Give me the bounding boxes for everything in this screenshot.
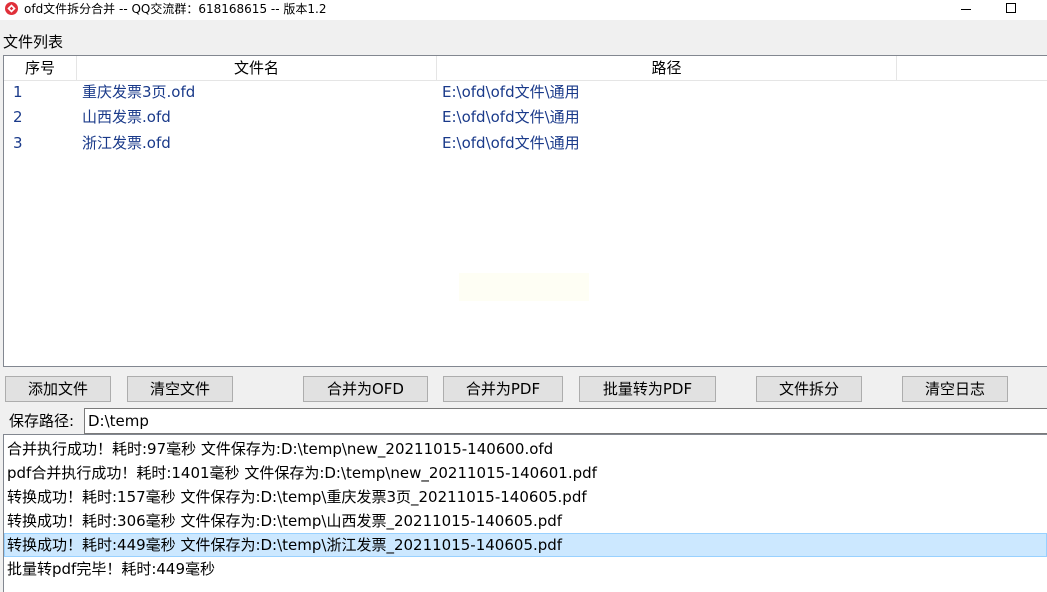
add-files-button[interactable]: 添加文件	[5, 376, 111, 402]
column-header-path[interactable]: 路径	[437, 56, 897, 80]
log-entry[interactable]: 转换成功！耗时:157毫秒 文件保存为:D:\temp\重庆发票3页_20211…	[4, 485, 1047, 509]
file-index: 3	[13, 134, 23, 152]
log-entry[interactable]: pdf合并执行成功！耗时:1401毫秒 文件保存为:D:\temp\new_20…	[4, 461, 1047, 485]
minimize-icon[interactable]	[942, 0, 988, 20]
file-list-header: 序号 文件名 路径	[4, 56, 1047, 81]
log-entry[interactable]: 合并执行成功！耗时:97毫秒 文件保存为:D:\temp\new_2021101…	[4, 437, 1047, 461]
file-row[interactable]: 3 浙江发票.ofd E:\ofd\ofd文件\通用	[4, 131, 1047, 156]
file-index: 1	[13, 83, 23, 101]
file-name: 山西发票.ofd	[82, 108, 171, 126]
file-name: 重庆发票3页.ofd	[82, 83, 196, 101]
file-path: E:\ofd\ofd文件\通用	[442, 134, 580, 152]
file-row[interactable]: 2 山西发票.ofd E:\ofd\ofd文件\通用	[4, 105, 1047, 130]
file-list-label: 文件列表	[3, 33, 64, 51]
split-file-button[interactable]: 文件拆分	[756, 376, 862, 402]
log-entry[interactable]: 转换成功！耗时:306毫秒 文件保存为:D:\temp\山西发票_2021101…	[4, 509, 1047, 533]
file-path: E:\ofd\ofd文件\通用	[442, 108, 580, 126]
log-entry[interactable]: 批量转pdf完毕！耗时:449毫秒	[4, 557, 1047, 581]
file-name: 浙江发票.ofd	[82, 134, 171, 152]
window-title: ofd文件拆分合并 -- QQ交流群：618168615 -- 版本1.2	[24, 2, 327, 16]
batch-pdf-button[interactable]: 批量转为PDF	[579, 376, 716, 402]
column-header-index[interactable]: 序号	[4, 56, 77, 80]
save-path-label: 保存路径:	[9, 412, 75, 430]
watermark	[459, 273, 589, 301]
merge-ofd-button[interactable]: 合并为OFD	[303, 376, 428, 402]
log-entry-selected[interactable]: 转换成功！耗时:449毫秒 文件保存为:D:\temp\浙江发票_2021101…	[4, 533, 1047, 557]
app-logo-icon	[5, 2, 18, 15]
file-list[interactable]: 序号 文件名 路径 1 重庆发票3页.ofd E:\ofd\ofd文件\通用 2…	[3, 55, 1047, 367]
clear-files-button[interactable]: 清空文件	[127, 376, 233, 402]
clear-log-button[interactable]: 清空日志	[902, 376, 1008, 402]
file-path: E:\ofd\ofd文件\通用	[442, 83, 580, 101]
column-header-filename[interactable]: 文件名	[77, 56, 437, 80]
file-index: 2	[13, 108, 23, 126]
save-path-input[interactable]	[84, 408, 1047, 434]
title-bar: ofd文件拆分合并 -- QQ交流群：618168615 -- 版本1.2	[0, 0, 1047, 20]
maximize-icon[interactable]	[988, 0, 1034, 20]
file-row[interactable]: 1 重庆发票3页.ofd E:\ofd\ofd文件\通用	[4, 80, 1047, 105]
merge-pdf-button[interactable]: 合并为PDF	[443, 376, 563, 402]
log-list[interactable]: 合并执行成功！耗时:97毫秒 文件保存为:D:\temp\new_2021101…	[3, 434, 1047, 592]
